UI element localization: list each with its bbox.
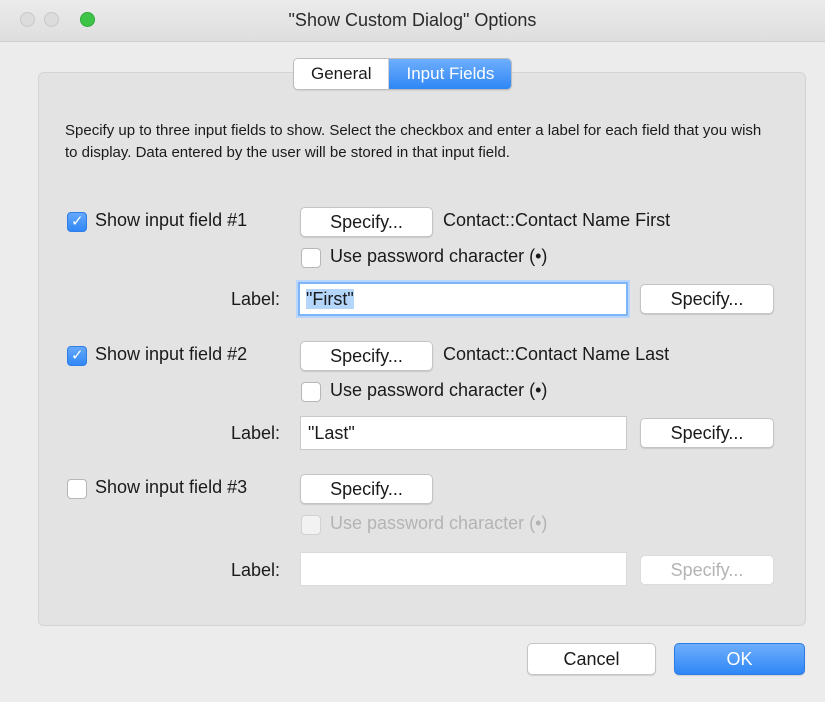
specify-field-3-button[interactable]: Specify... <box>300 474 433 504</box>
label-1-specify-button[interactable]: Specify... <box>640 284 774 314</box>
title-bar: "Show Custom Dialog" Options <box>0 0 825 42</box>
description-text: Specify up to three input fields to show… <box>65 122 762 161</box>
label-3-caption: Label: <box>230 560 280 580</box>
password-2-checkbox[interactable] <box>301 382 321 402</box>
field-2-target: Contact::Contact Name Last <box>443 344 670 364</box>
tab-general[interactable]: General <box>294 59 390 89</box>
tab-bar: General Input Fields <box>293 58 513 90</box>
label-1-input[interactable]: "First" <box>298 282 628 316</box>
label-1-caption: Label: <box>230 289 280 309</box>
tab-input-fields[interactable]: Input Fields <box>389 59 512 89</box>
dialog-window: "Show Custom Dialog" Options General Inp… <box>0 0 825 702</box>
ok-button[interactable]: OK <box>674 643 805 675</box>
show-input-field-2-checkbox[interactable]: ✓ <box>67 346 87 366</box>
show-input-field-2-label: Show input field #2 <box>95 344 248 364</box>
specify-field-1-button[interactable]: Specify... <box>300 207 433 237</box>
show-input-field-3-label: Show input field #3 <box>95 477 248 497</box>
label-1-value: "First" <box>306 289 354 309</box>
show-input-field-1-label: Show input field #1 <box>95 210 248 230</box>
show-input-field-3-checkbox[interactable] <box>67 479 87 499</box>
checkmark-icon: ✓ <box>71 347 84 364</box>
label-3-specify-button[interactable]: Specify... <box>640 555 774 585</box>
label-2-input[interactable]: "Last" <box>300 416 627 450</box>
cancel-button[interactable]: Cancel <box>527 643 656 675</box>
label-2-specify-button[interactable]: Specify... <box>640 418 774 448</box>
password-3-label: Use password character (•) <box>330 513 548 533</box>
label-3-input[interactable] <box>300 552 627 586</box>
specify-field-2-button[interactable]: Specify... <box>300 341 433 371</box>
password-1-checkbox[interactable] <box>301 248 321 268</box>
password-3-checkbox[interactable] <box>301 515 321 535</box>
password-2-label: Use password character (•) <box>330 380 548 400</box>
password-1-label: Use password character (•) <box>330 246 548 266</box>
window-title: "Show Custom Dialog" Options <box>288 10 537 30</box>
show-input-field-1-checkbox[interactable]: ✓ <box>67 212 87 232</box>
checkmark-icon: ✓ <box>71 213 84 230</box>
field-1-target: Contact::Contact Name First <box>443 210 671 230</box>
label-2-caption: Label: <box>230 423 280 443</box>
